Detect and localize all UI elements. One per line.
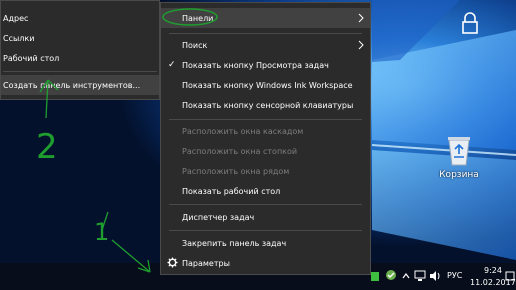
taskbar-context-menu: Панели Поиск ✓ Показать кнопку Просмотра… xyxy=(160,2,371,275)
menu-item-label: Показать кнопку сенсорной клавиатуры xyxy=(182,100,354,110)
language-indicator[interactable]: РУС xyxy=(447,271,462,280)
notifications-icon[interactable] xyxy=(505,270,515,282)
menu-item-side-by-side: Расположить окна рядом xyxy=(161,161,370,181)
menu-item-label: Закрепить панель задач xyxy=(182,238,287,248)
menu-item-label: Поиск xyxy=(182,40,208,50)
clock-time[interactable]: 9:24 xyxy=(484,266,502,275)
menu-item-task-manager[interactable]: Диспетчер задач xyxy=(161,207,370,227)
desktop-screen: Корзина РУС 9:24 11.02.2017 Адрес Ссылки… xyxy=(0,0,516,290)
menu-item-settings[interactable]: Параметры xyxy=(161,253,370,273)
gear-icon xyxy=(167,257,178,268)
menu-item-label: Панели xyxy=(182,13,214,23)
menu-item-lock-taskbar[interactable]: Закрепить панель задач xyxy=(161,233,370,253)
chevron-right-icon xyxy=(358,40,364,50)
menu-item-search[interactable]: Поиск xyxy=(161,35,370,55)
menu-separator xyxy=(169,119,362,120)
menu-separator xyxy=(169,204,362,205)
menu-item-show-task-view[interactable]: ✓ Показать кнопку Просмотра задач xyxy=(161,55,370,75)
menu-item-stack: Расположить окна стопкой xyxy=(161,141,370,161)
menu-separator xyxy=(3,71,157,72)
chevron-up-icon[interactable] xyxy=(401,270,411,282)
menu-item-label: Диспетчер задач xyxy=(182,212,255,222)
menu-item-label: Создать панель инструментов... xyxy=(3,80,141,90)
menu-item-cascade: Расположить окна каскадом xyxy=(161,121,370,141)
checkmark-icon: ✓ xyxy=(168,60,176,70)
recycle-bin-icon xyxy=(448,137,470,166)
menu-item-links[interactable]: Ссылки xyxy=(1,28,159,48)
menu-item-label: Параметры xyxy=(182,258,230,268)
menu-item-label: Рабочий стол xyxy=(3,53,60,63)
menu-item-label: Показать рабочий стол xyxy=(182,186,281,196)
menu-item-label: Показать кнопку Просмотра задач xyxy=(182,60,329,70)
menu-item-label: Расположить окна рядом xyxy=(182,166,290,176)
network-icon[interactable] xyxy=(414,270,426,282)
battery-icon[interactable] xyxy=(370,270,380,282)
menu-item-label: Адрес xyxy=(3,13,29,23)
volume-icon[interactable] xyxy=(429,270,441,282)
menu-item-label: Ссылки xyxy=(3,33,35,43)
menu-item-show-ink-workspace[interactable]: Показать кнопку Windows Ink Workspace xyxy=(161,75,370,95)
menu-item-show-touch-keyboard[interactable]: Показать кнопку сенсорной клавиатуры xyxy=(161,95,370,115)
menu-item-label: Расположить окна стопкой xyxy=(182,146,298,156)
toolbars-submenu: Адрес Ссылки Рабочий стол Создать панель… xyxy=(0,0,160,100)
chevron-right-icon xyxy=(358,13,364,23)
recycle-bin-shortcut[interactable]: Корзина xyxy=(437,134,481,180)
menu-item-label: Показать кнопку Windows Ink Workspace xyxy=(182,80,353,90)
menu-item-show-desktop[interactable]: Показать рабочий стол xyxy=(161,181,370,201)
menu-item-desktop[interactable]: Рабочий стол xyxy=(1,48,159,68)
antivirus-icon[interactable] xyxy=(385,269,397,281)
menu-separator xyxy=(169,33,362,34)
lock-icon xyxy=(462,12,478,34)
menu-item-address[interactable]: Адрес xyxy=(1,8,159,28)
menu-item-toolbars[interactable]: Панели xyxy=(161,8,370,28)
menu-item-new-toolbar[interactable]: Создать панель инструментов... xyxy=(1,75,159,95)
menu-separator xyxy=(169,230,362,231)
recycle-bin-label: Корзина xyxy=(439,170,479,180)
menu-item-label: Расположить окна каскадом xyxy=(182,126,304,136)
